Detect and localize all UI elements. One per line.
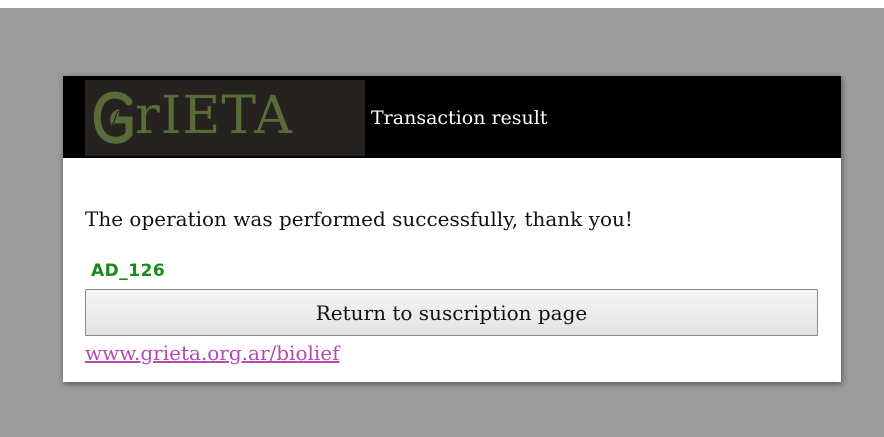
page-title: Transaction result	[371, 107, 548, 129]
return-button[interactable]: Return to suscription page	[85, 289, 818, 336]
grieta-logo: rIETA	[85, 80, 365, 156]
transaction-code: AD_126	[91, 261, 166, 281]
logo-text: rIETA	[135, 86, 293, 146]
transaction-dialog: rIETA Transaction result The operation w…	[63, 76, 841, 382]
website-link[interactable]: www.grieta.org.ar/biolief	[85, 340, 340, 366]
dialog-header: rIETA Transaction result	[63, 76, 841, 158]
success-message: The operation was performed successfully…	[85, 207, 633, 231]
window-top-strip	[0, 0, 884, 8]
